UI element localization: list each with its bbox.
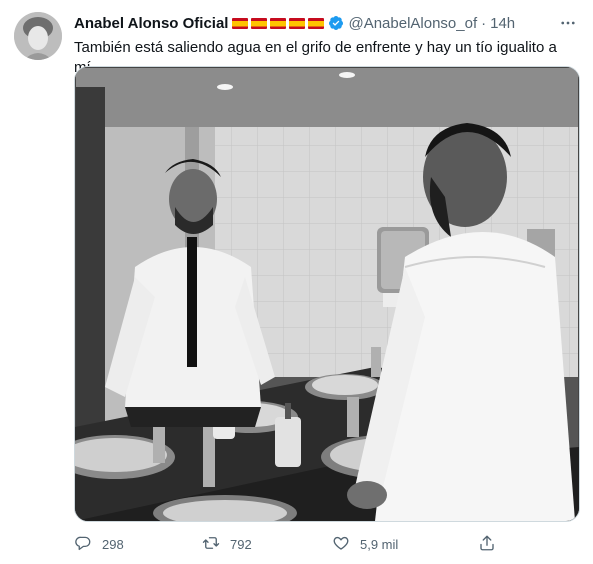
reply-count: 298 — [102, 536, 124, 552]
share-button[interactable] — [478, 532, 496, 556]
like-button[interactable]: 5,9 mil — [332, 532, 398, 556]
tweet-photo[interactable] — [74, 66, 580, 522]
spain-flag-icon — [251, 17, 268, 29]
bathroom-mirror-photo — [75, 67, 579, 521]
tweet-actions: 298 792 5,9 mil — [74, 532, 514, 556]
tweet-header: Anabel Alonso Oficial @AnabelAlonso_of ·… — [74, 12, 579, 34]
more-horizontal-icon[interactable] — [557, 12, 579, 34]
spain-flag-icon — [270, 17, 287, 29]
author-name[interactable]: Anabel Alonso Oficial — [74, 15, 228, 32]
separator-dot: · — [481, 14, 487, 32]
spain-flag-icon — [289, 17, 306, 29]
flag-emojis — [232, 17, 325, 29]
reply-button[interactable]: 298 — [74, 532, 124, 556]
author-handle[interactable]: @AnabelAlonso_of — [348, 15, 477, 32]
retweet-icon — [202, 534, 220, 555]
spain-flag-icon — [308, 17, 325, 29]
like-count: 5,9 mil — [360, 536, 399, 552]
verified-badge-icon — [328, 15, 344, 31]
avatar[interactable] — [14, 12, 62, 60]
spain-flag-icon — [232, 17, 249, 29]
reply-icon — [74, 534, 92, 555]
share-icon — [478, 534, 496, 555]
avatar-image — [14, 12, 62, 60]
heart-icon — [332, 534, 350, 555]
retweet-button[interactable]: 792 — [202, 532, 252, 556]
tweet-timestamp[interactable]: 14h — [490, 15, 515, 32]
retweet-count: 792 — [230, 536, 252, 552]
